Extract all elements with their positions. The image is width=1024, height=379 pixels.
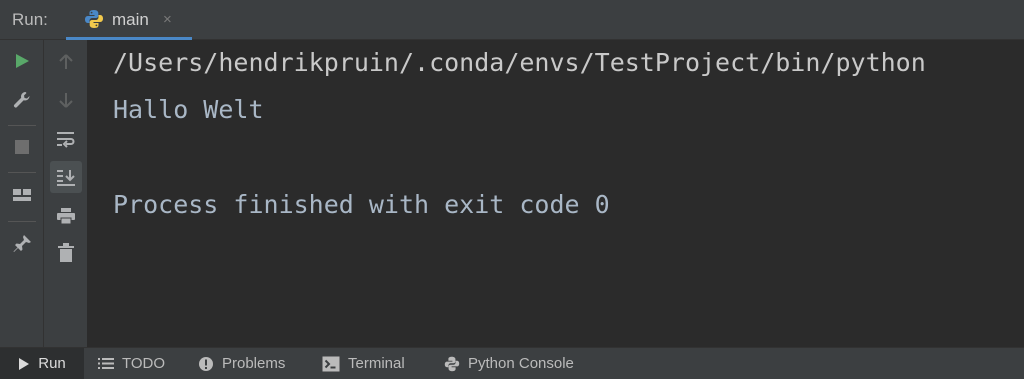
scroll-to-end-icon[interactable]	[50, 161, 82, 193]
tab-todo[interactable]: TODO	[98, 348, 165, 379]
console-output[interactable]: /Users/hendrikpruin/.conda/envs/TestProj…	[88, 40, 1024, 347]
stop-icon[interactable]	[8, 133, 36, 161]
pin-icon[interactable]	[8, 230, 36, 258]
run-toolbar-secondary	[44, 40, 88, 347]
python-icon	[444, 356, 460, 371]
tab-terminal[interactable]: Terminal	[322, 348, 405, 379]
python-icon	[84, 9, 104, 34]
alert-icon	[199, 356, 213, 371]
soft-wrap-icon[interactable]	[52, 125, 80, 153]
run-tool-window-header: Run: main ×	[0, 0, 1024, 40]
tab-python-console[interactable]: Python Console	[444, 348, 574, 379]
trash-icon[interactable]	[52, 239, 80, 267]
list-icon	[98, 358, 114, 369]
tab-main[interactable]: main ×	[66, 0, 192, 40]
tab-run[interactable]: Run	[0, 348, 84, 379]
print-icon[interactable]	[52, 202, 80, 230]
tab-terminal-label: Terminal	[348, 355, 405, 372]
console-line: Process finished with exit code 0	[113, 190, 610, 219]
console-line: Hallo Welt	[113, 95, 264, 124]
tab-problems[interactable]: Problems	[198, 348, 285, 379]
console-line: /Users/hendrikpruin/.conda/envs/TestProj…	[113, 48, 926, 77]
up-arrow-icon[interactable]	[52, 48, 80, 76]
terminal-icon	[322, 356, 340, 371]
wrench-icon[interactable]	[8, 86, 36, 114]
run-toolbar-primary	[0, 40, 44, 347]
down-arrow-icon[interactable]	[52, 86, 80, 114]
tab-python-console-label: Python Console	[468, 355, 574, 372]
tab-label: main	[112, 10, 149, 29]
close-icon[interactable]: ×	[163, 11, 172, 28]
tab-run-label: Run	[38, 355, 66, 372]
run-label: Run:	[12, 10, 48, 29]
rerun-icon[interactable]	[8, 47, 36, 75]
tab-problems-label: Problems	[222, 355, 286, 372]
tab-todo-label: TODO	[122, 355, 166, 372]
tool-window-bar: Run TODO Problems Terminal Python Consol…	[0, 347, 1024, 379]
play-icon	[19, 357, 30, 370]
layout-icon[interactable]	[8, 182, 36, 210]
